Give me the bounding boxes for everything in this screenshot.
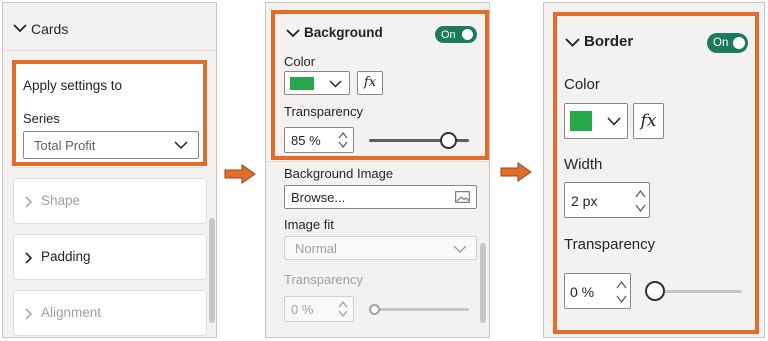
transparency-label: Transparency: [564, 236, 656, 253]
chevron-right-icon: [25, 196, 33, 208]
spinner-arrows-icon[interactable]: [616, 279, 627, 305]
color-picker[interactable]: [564, 103, 628, 139]
transparency-spinner-disabled[interactable]: 0 %: [284, 296, 354, 322]
width-spinner[interactable]: 2 px: [564, 182, 650, 218]
chevron-down-icon[interactable]: [13, 23, 27, 33]
transparency-slider-thumb[interactable]: [645, 281, 665, 301]
fx-button[interactable]: fx: [633, 103, 664, 139]
transparency-slider-track-disabled[interactable]: [369, 308, 469, 311]
scrollbar[interactable]: [480, 243, 486, 323]
chevron-right-icon: [25, 252, 33, 264]
image-fit-label: Image fit: [284, 217, 334, 232]
image-fit-value: Normal: [295, 241, 337, 256]
chevron-right-icon: [25, 308, 33, 320]
background-image-label: Background Image: [284, 166, 394, 181]
chevron-down-icon: [453, 245, 467, 253]
color-swatch: [570, 111, 592, 131]
image-icon: [455, 191, 470, 203]
apply-settings-highlight: [12, 60, 207, 166]
transparency-spinner[interactable]: 0 %: [564, 273, 631, 309]
shape-section-title[interactable]: Shape: [41, 193, 80, 208]
arrow-right-icon: [224, 164, 256, 184]
divider: [266, 161, 489, 162]
cards-section-title[interactable]: Cards: [31, 21, 68, 37]
chevron-down-icon: [607, 117, 621, 126]
width-label: Width: [564, 156, 603, 173]
background-highlight: [271, 10, 489, 160]
chevron-down-icon[interactable]: [565, 37, 580, 47]
border-toggle[interactable]: On: [707, 33, 748, 53]
browse-image-input[interactable]: Browse...: [284, 185, 477, 209]
transparency-value-disabled: 0 %: [291, 302, 314, 317]
alignment-section-title[interactable]: Alignment: [41, 305, 101, 320]
transparency-value: 0 %: [570, 284, 595, 300]
browse-label: Browse...: [291, 190, 346, 205]
padding-section-title[interactable]: Padding: [41, 249, 91, 264]
cards-format-panel: Cards Apply settings to Series Total Pro…: [2, 2, 217, 338]
divider: [3, 50, 216, 51]
color-label: Color: [564, 76, 600, 93]
width-value: 2 px: [571, 193, 598, 209]
transparency-label-disabled: Transparency: [284, 272, 363, 287]
spinner-arrows-icon[interactable]: [338, 300, 348, 318]
border-section-title[interactable]: Border: [584, 33, 633, 50]
toggle-knob: [733, 37, 745, 49]
scrollbar[interactable]: [209, 218, 215, 323]
spinner-arrows-icon[interactable]: [635, 188, 646, 214]
image-fit-dropdown[interactable]: Normal: [284, 236, 477, 260]
toggle-label: On: [713, 37, 729, 49]
arrow-right-icon: [500, 162, 532, 182]
transparency-slider-thumb-disabled[interactable]: [369, 304, 380, 315]
